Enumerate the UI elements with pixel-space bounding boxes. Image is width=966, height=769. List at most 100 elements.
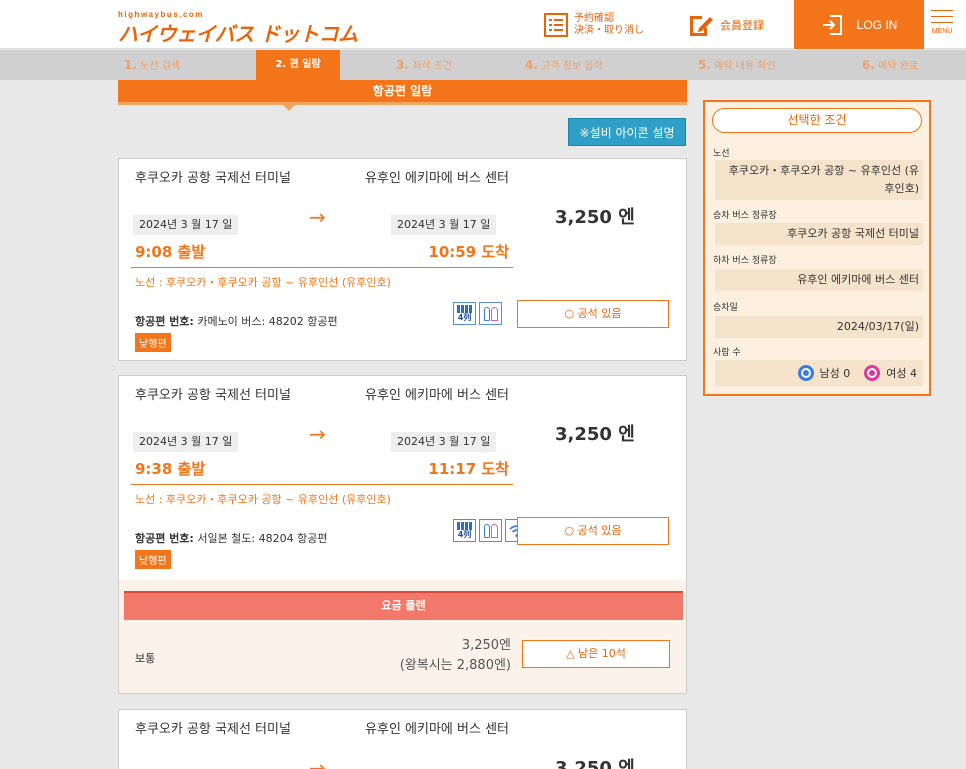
list-icon	[544, 13, 568, 37]
passenger-count-label: 사람 수	[713, 348, 741, 358]
seat-4row-icon: 4列	[453, 302, 476, 325]
alighting-stop-label: 하차 버스 정류장	[713, 256, 777, 266]
step-2-active: 2. 편 일람	[256, 50, 340, 88]
arrow-right-icon: →	[309, 422, 326, 446]
arrival-stop: 유후인 에키마에 버스 센터	[365, 171, 509, 186]
boarding-stop-label: 승차 버스 정류장	[713, 211, 777, 221]
step-num: 4.	[525, 58, 538, 72]
trip-card[interactable]: 후쿠오카 공항 국제선 터미널 유후인 에키마에 버스 센터 2024년 3 월…	[118, 158, 687, 361]
step-label: 편 일람	[289, 59, 321, 70]
arrow-right-icon: →	[309, 756, 326, 769]
step-5: 5. 예약 내용 확인	[698, 57, 776, 72]
step-num: 6.	[862, 58, 875, 72]
flight-label: 항공편 번호:	[135, 532, 194, 545]
fare-price-line1: 3,250엔	[461, 638, 511, 653]
step-num: 3.	[396, 58, 409, 72]
boarding-date-label: 승차일	[713, 303, 738, 313]
step-4: 4. 고객 정보 입력	[525, 57, 603, 72]
divider	[131, 484, 513, 485]
progress-steps: 1. 노선 검색 2. 편 일람 3. 좌석 조건 4. 고객 정보 입력 5.…	[0, 50, 966, 88]
login-button[interactable]: LOG IN	[794, 0, 924, 49]
menu-label: MENU	[931, 28, 953, 35]
fare-plan-panel: 요금 플랜 보통 3,250엔 (왕복시는 2,880엔) △ 남은 10석	[118, 580, 687, 694]
member-register-label: 会員登録	[720, 19, 764, 32]
flight-value: 카메노이 버스: 48202 항공편	[193, 315, 338, 328]
male-person-icon	[797, 365, 814, 381]
step-num: 2.	[275, 59, 287, 70]
step-3: 3. 좌석 조건	[396, 57, 452, 72]
member-register-link[interactable]: 会員登録	[688, 10, 764, 40]
flight-label: 항공편 번호:	[135, 315, 194, 328]
arrival-stop: 유후인 에키마에 버스 센터	[365, 388, 509, 403]
seat-icon-label: 4列	[457, 530, 472, 539]
arrival-time: 11:17 도착	[428, 460, 509, 478]
reservation-line2: 決済・取り消し	[574, 25, 644, 36]
arrival-date: 2024년 3 월 17 일	[391, 215, 497, 235]
restroom-icon	[479, 519, 502, 542]
edit-icon	[690, 16, 713, 36]
menu-button[interactable]: MENU	[926, 10, 958, 46]
selected-conditions-title: 선택한 조건	[712, 108, 922, 133]
step-num: 1.	[124, 58, 137, 72]
male-count: 남성 0	[819, 367, 851, 380]
seat-available-button[interactable]: ○ 공석 있음	[517, 517, 669, 545]
flight-value: 서일본 철도: 48204 항공편	[193, 532, 328, 545]
female-person-icon	[864, 365, 881, 381]
step-label: 노선 검색	[140, 61, 181, 72]
female-count: 여성 4	[886, 367, 917, 380]
departure-date: 2024년 3 월 17 일	[133, 215, 239, 235]
logo-main-text: ハイウェイバス ドットコム	[118, 22, 358, 46]
departure-stop: 후쿠오카 공항 국제선 터미널	[135, 171, 291, 186]
departure-date: 2024년 3 월 17 일	[133, 432, 239, 452]
flight-number: 항공편 번호: 카메노이 버스: 48202 항공편	[135, 313, 338, 329]
boarding-stop-value: 후쿠오카 공항 국제선 터미널	[715, 223, 923, 245]
step-label: 예약 완료	[878, 61, 919, 72]
alighting-stop-value: 유후인 에키마에 버스 센터	[715, 269, 923, 291]
step-label: 좌석 조건	[412, 61, 453, 72]
hamburger-bar	[931, 16, 953, 17]
departure-stop: 후쿠오카 공항 국제선 터미널	[135, 388, 291, 403]
trip-card[interactable]: 후쿠오카 공항 국제선 터미널 유후인 에키마에 버스 센터 2024년 3 월…	[118, 375, 687, 580]
price: 3,250 엔	[555, 758, 635, 769]
seat-available-button[interactable]: ○ 공석 있음	[517, 300, 669, 328]
price: 3,250 엔	[555, 424, 635, 445]
hamburger-bar	[931, 22, 953, 23]
route-value: 후쿠오카・후쿠오카 공항 ~ 유후인선 (유후인호)	[715, 160, 923, 200]
step-num: 5.	[698, 58, 711, 72]
equipment-legend-button[interactable]: ※설비 아이콘 설명	[568, 118, 686, 146]
price: 3,250 엔	[555, 207, 635, 228]
arrival-stop: 유후인 에키마에 버스 센터	[365, 722, 509, 737]
fare-plan-title: 요금 플랜	[124, 591, 683, 620]
step-label: 예약 내용 확인	[714, 61, 776, 72]
list-title: 항공편 일람	[118, 80, 687, 111]
seat-icon-label: 4列	[457, 313, 472, 322]
departure-time: 9:38 출발	[135, 460, 206, 478]
trip-card[interactable]: 후쿠오카 공항 국제선 터미널 유후인 에키마에 버스 센터 → 3,250 엔	[118, 709, 687, 769]
step-6: 6. 예약 완료	[862, 57, 918, 72]
step-label: 고객 정보 입력	[541, 61, 603, 72]
route-name: 노선 : 후쿠오카・후쿠오카 공항 ~ 유후인선 (유후인호)	[135, 276, 391, 289]
arrow-right-icon: →	[309, 205, 326, 229]
equipment-icons: 4列	[453, 302, 502, 325]
fare-price-line2: (왕복시는 2,880엔)	[399, 658, 511, 673]
login-label: LOG IN	[856, 17, 898, 32]
divider	[131, 267, 513, 268]
reservation-line1: 予約確認	[574, 13, 614, 24]
reservation-check-link[interactable]: 予約確認 決済・取り消し	[544, 10, 644, 40]
site-header: highwaybus.com ハイウェイバス ドットコム 予約確認 決済・取り消…	[0, 0, 966, 49]
remaining-seats-button[interactable]: △ 남은 10석	[522, 640, 670, 668]
departure-time: 9:08 출발	[135, 243, 206, 261]
step-1: 1. 노선 검색	[124, 57, 180, 72]
site-logo[interactable]: highwaybus.com ハイウェイバス ドットコム	[118, 10, 358, 47]
login-icon	[822, 14, 842, 35]
seat-4row-icon: 4列	[453, 519, 476, 542]
arrival-date: 2024년 3 월 17 일	[391, 432, 497, 452]
fare-plan-name: 보통	[135, 652, 156, 665]
arrival-time: 10:59 도착	[428, 243, 509, 261]
selected-conditions-panel: 선택한 조건 노선 후쿠오카・후쿠오카 공항 ~ 유후인선 (유후인호) 승차 …	[703, 100, 931, 396]
day-service-badge: 낮행편	[135, 333, 171, 352]
hamburger-icon	[931, 10, 953, 11]
restroom-icon	[479, 302, 502, 325]
boarding-date-value: 2024/03/17(일)	[715, 316, 923, 338]
fare-plan-price: 3,250엔 (왕복시는 2,880엔)	[359, 636, 511, 676]
